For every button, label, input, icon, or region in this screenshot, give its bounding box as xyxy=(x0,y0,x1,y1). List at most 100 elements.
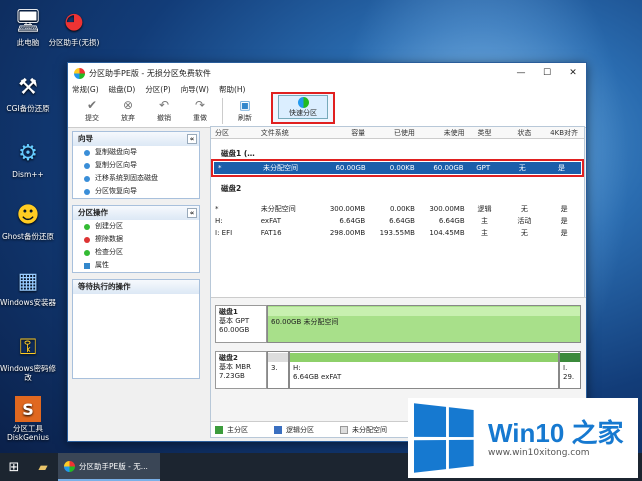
desktop-icon-partition-assistant[interactable]: ◕ 分区助手(无损) xyxy=(46,6,102,47)
minimize-button[interactable]: — xyxy=(508,63,534,83)
disk2-map-row[interactable]: 磁盘2 基本 MBR 7.23GB 3. H: 6.64GB exFAT I. xyxy=(215,351,581,389)
desktop-icon-ghost[interactable]: ☻ Ghost备份还原 xyxy=(0,200,56,241)
sidebar: 向导 « 复制磁盘向导 复制分区向导 迁移系统到固态磁盘 分区恢复向导 分区操作 «… xyxy=(72,131,200,431)
menu-general[interactable]: 常规(G) xyxy=(72,83,99,96)
disk2-info: 磁盘2 基本 MBR 7.23GB xyxy=(215,351,267,389)
redo-button[interactable]: ↷ 重做 xyxy=(182,98,218,123)
key-icon: ⚿ xyxy=(19,334,37,360)
menu-help[interactable]: 帮助(H) xyxy=(219,83,246,96)
title-bar[interactable]: 分区助手PE版 - 无损分区免费软件 — ☐ ✕ xyxy=(68,63,586,83)
computer-icon: 🖥 xyxy=(14,8,42,34)
disk1-unallocated-segment[interactable]: 60.00GB 未分配空间 xyxy=(267,305,581,343)
menu-wizard[interactable]: 向导(W) xyxy=(181,83,209,96)
wizard-migrate-os[interactable]: 迁移系统到固态磁盘 xyxy=(73,172,199,185)
op-check-partition[interactable]: 检查分区 xyxy=(73,246,199,259)
copy-partition-icon xyxy=(84,162,90,169)
app-icon xyxy=(64,460,75,472)
disk2-label: 磁盘2 xyxy=(221,184,242,193)
op-wipe-data[interactable]: 擦除数据 xyxy=(73,233,199,246)
brand-url: www.win10xitong.com xyxy=(488,448,590,458)
check-partition-icon xyxy=(84,249,90,256)
disk2-unallocated-segment[interactable]: 3. xyxy=(267,351,289,389)
col-type[interactable]: 类型 xyxy=(465,127,505,138)
submit-button[interactable]: ✔ 提交 xyxy=(74,98,110,123)
desktop-icon-diskgenius[interactable]: S 分区工具DiskGenius xyxy=(0,396,56,442)
quick-partition-highlight: 快速分区 xyxy=(271,92,335,124)
copy-disk-icon xyxy=(84,149,90,156)
partition-assistant-icon: ◕ xyxy=(64,8,84,34)
table-header: 分区 文件系统 容量 已使用 未使用 类型 状态 4KB对齐 xyxy=(211,127,584,139)
col-filesystem[interactable]: 文件系统 xyxy=(261,127,316,138)
disk1-map-row[interactable]: 磁盘1 基本 GPT 60.00GB 60.00GB 未分配空间 xyxy=(215,305,581,343)
brand-name: Win10 之家 xyxy=(488,418,624,448)
refresh-button[interactable]: ▣ 刷新 xyxy=(227,98,263,123)
table-row[interactable]: * 未分配空间 300.00MB 0.00KB 300.00MB 逻辑无是 xyxy=(211,203,584,215)
legend-unallocated: 未分配空间 xyxy=(340,422,387,437)
unalloc-swatch xyxy=(340,425,348,434)
desktop-icon-dism[interactable]: ⚙ Dism++ xyxy=(0,138,56,179)
quick-partition-icon xyxy=(297,97,309,108)
gear-icon: ⚙ xyxy=(18,140,38,166)
col-status[interactable]: 状态 xyxy=(504,127,544,138)
table-row[interactable]: H: exFAT 6.64GB 6.64GB 6.64GB 主活动是 xyxy=(211,215,584,227)
desktop-icon-password[interactable]: ⚿ Windows密码修改 xyxy=(0,332,56,382)
col-used[interactable]: 已使用 xyxy=(365,127,415,138)
window-title: 分区助手PE版 - 无损分区免费软件 xyxy=(89,68,211,78)
op-create-partition[interactable]: 创建分区 xyxy=(73,220,199,233)
ghost-icon: ☻ xyxy=(16,202,40,228)
op-properties[interactable]: 属性 xyxy=(73,259,199,272)
disk2-efi-segment[interactable]: I. 29. xyxy=(559,351,581,389)
logical-swatch xyxy=(274,425,282,434)
desktop-icon-cgi[interactable]: ⚒ CGI备份还原 xyxy=(0,72,56,113)
folder-icon: ▰ xyxy=(38,460,48,474)
legend-logical: 逻辑分区 xyxy=(274,422,314,437)
col-4k-align[interactable]: 4KB对齐 xyxy=(544,127,584,138)
disk1-label: 磁盘1 (… xyxy=(221,149,255,158)
table-row[interactable]: I: EFI FAT16 298.00MB 193.55MB 104.45MB 主无是 xyxy=(211,227,584,239)
undo-icon: ↶ xyxy=(158,98,170,112)
taskbar-app-partition-assistant[interactable]: 分区助手PE版 - 无... xyxy=(58,453,160,481)
refresh-icon: ▣ xyxy=(239,98,251,112)
col-capacity[interactable]: 容量 xyxy=(315,127,365,138)
undo-button[interactable]: ↶ 撤销 xyxy=(146,98,182,123)
table-row[interactable]: * 未分配空间 60.00GB 0.00KB 60.00GB GPT 无是 xyxy=(211,159,584,177)
create-icon xyxy=(84,223,90,230)
wizard-panel: 向导 « 复制磁盘向导 复制分区向导 迁移系统到固态磁盘 分区恢复向导 xyxy=(72,131,200,199)
redo-icon: ↷ xyxy=(194,98,206,112)
start-button[interactable]: ⊞ xyxy=(0,453,28,481)
maximize-button[interactable]: ☐ xyxy=(534,63,560,83)
wizard-copy-disk[interactable]: 复制磁盘向导 xyxy=(73,146,199,159)
menu-disk[interactable]: 磁盘(D) xyxy=(109,83,136,96)
wizard-recover-partition[interactable]: 分区恢复向导 xyxy=(73,185,199,198)
col-partition[interactable]: 分区 xyxy=(211,127,261,138)
properties-icon xyxy=(84,262,90,269)
pending-ops-panel: 等待执行的操作 xyxy=(72,279,200,379)
disk2-h-segment[interactable]: H: 6.64GB exFAT xyxy=(289,351,559,389)
collapse-icon[interactable]: « xyxy=(187,208,197,218)
menu-partition[interactable]: 分区(P) xyxy=(145,83,170,96)
file-explorer-button[interactable]: ▰ xyxy=(28,453,58,481)
primary-swatch xyxy=(215,425,223,434)
desktop-icon-windows-installer[interactable]: ▦ Windows安装器 xyxy=(0,266,56,307)
app-icon xyxy=(74,67,85,79)
pending-ops-title: 等待执行的操作 xyxy=(78,282,131,291)
collapse-icon[interactable]: « xyxy=(187,134,197,144)
col-unused[interactable]: 未使用 xyxy=(415,127,465,138)
discard-button[interactable]: ⊗ 放弃 xyxy=(110,98,146,123)
wizard-panel-title: 向导 xyxy=(78,134,93,143)
win10-watermark: Win10 之家 www.win10xitong.com xyxy=(408,398,638,478)
wizard-copy-partition[interactable]: 复制分区向导 xyxy=(73,159,199,172)
recover-icon xyxy=(84,188,90,195)
toolbar-separator xyxy=(222,98,223,124)
migrate-icon xyxy=(84,175,90,182)
partition-ops-panel: 分区操作 « 创建分区 擦除数据 检查分区 属性 xyxy=(72,205,200,273)
close-button[interactable]: ✕ xyxy=(560,63,586,83)
discard-icon: ⊗ xyxy=(122,98,134,112)
quick-partition-button[interactable]: 快速分区 xyxy=(278,95,328,119)
check-icon: ✔ xyxy=(86,98,98,112)
diskgenius-icon: S xyxy=(15,396,41,422)
windows-logo-icon: ⊞ xyxy=(8,459,20,475)
legend-primary: 主分区 xyxy=(215,422,248,437)
wipe-icon xyxy=(84,236,90,243)
windows-logo-icon xyxy=(414,403,474,473)
